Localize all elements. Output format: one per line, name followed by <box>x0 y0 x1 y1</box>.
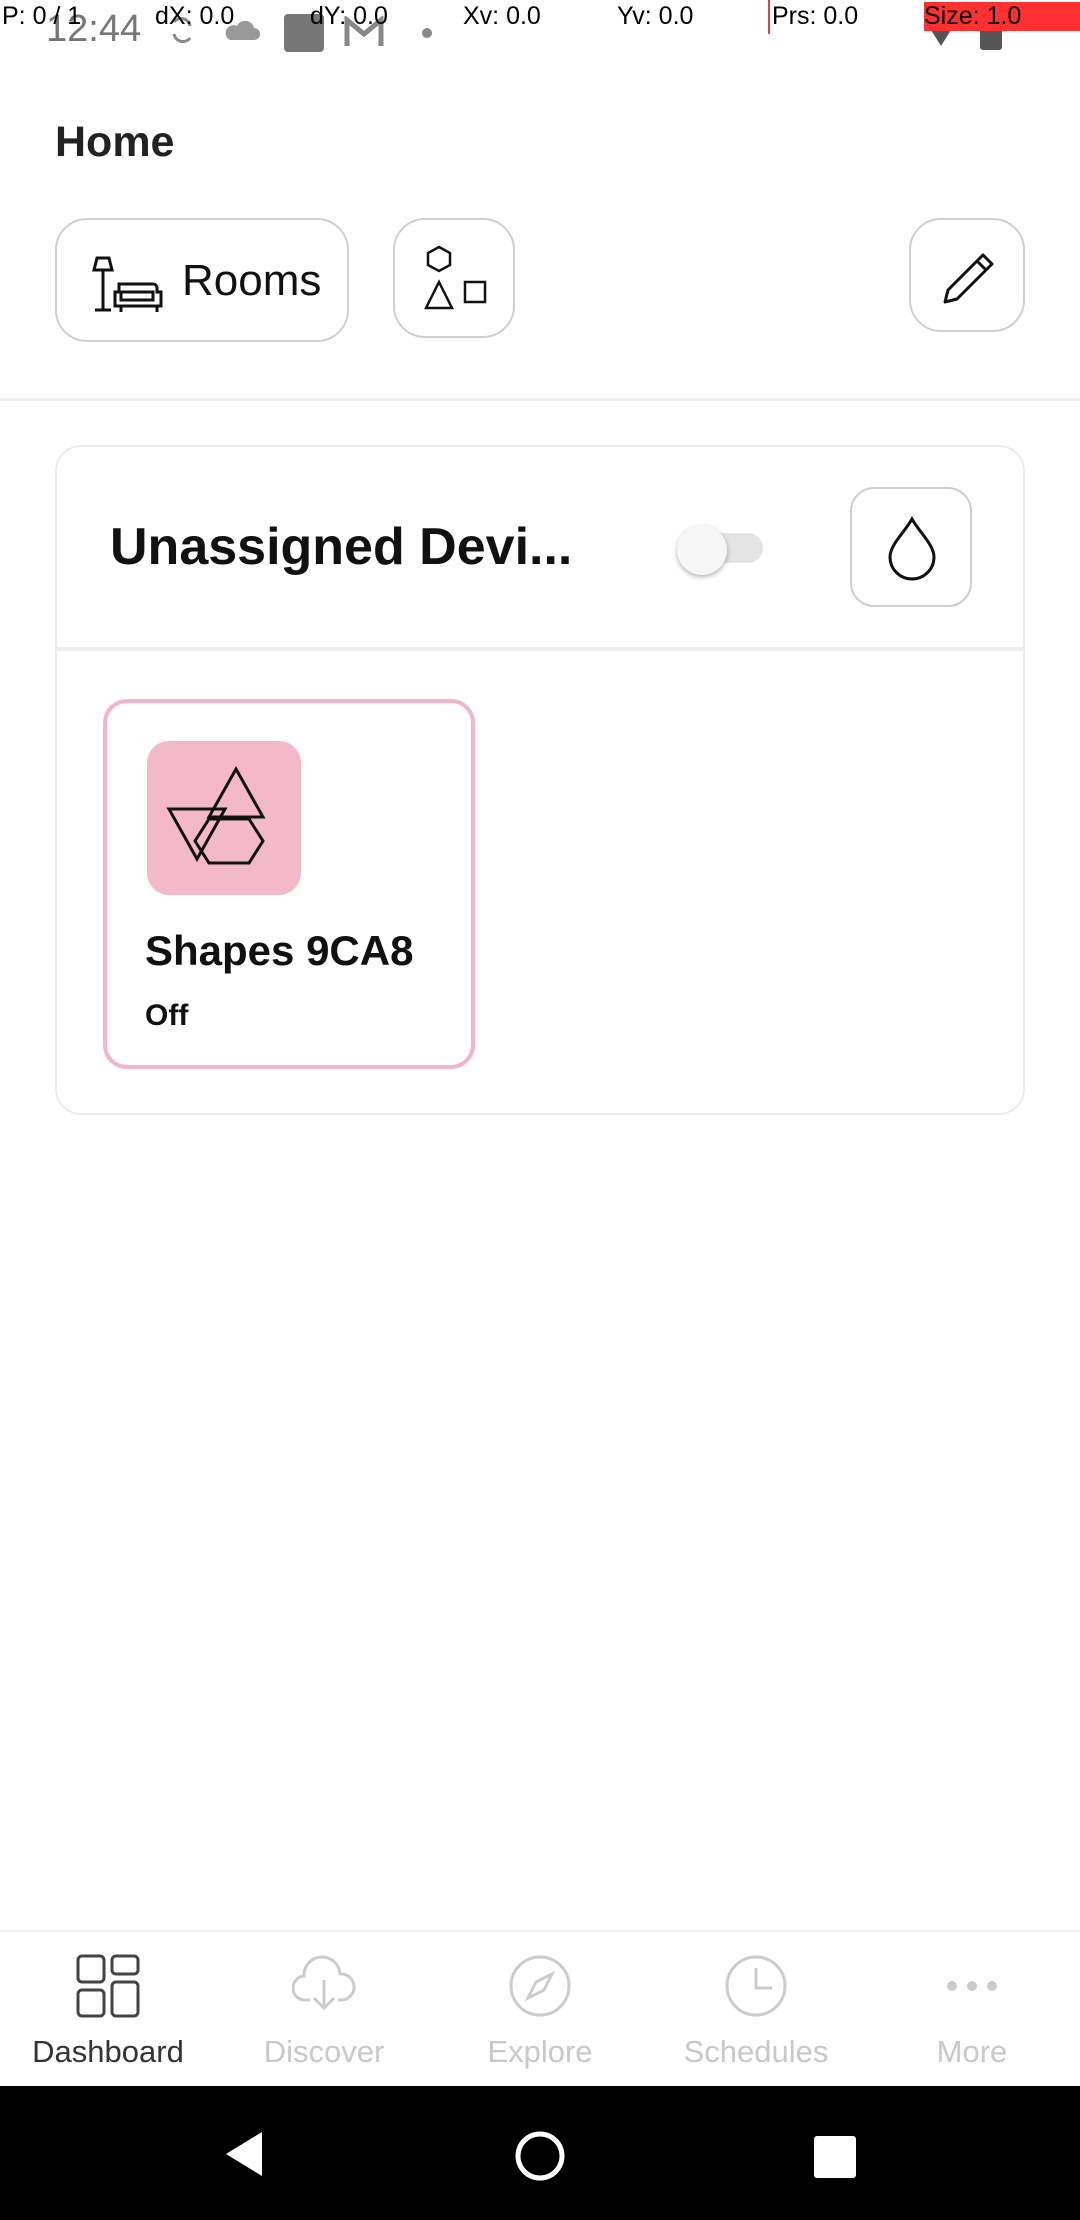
overlay-p: P: 0 / 1 <box>2 2 82 30</box>
overlay-size: Size: 1.0 <box>924 2 1080 31</box>
drop-icon <box>888 515 936 581</box>
nav-label: Schedules <box>683 2034 829 2069</box>
system-nav-bar <box>0 2086 1080 2220</box>
toggle-knob <box>677 525 727 575</box>
page-title: Home <box>55 118 175 166</box>
lamp-sofa-icon <box>92 256 163 312</box>
nav-schedules[interactable]: Schedules <box>648 1932 864 2088</box>
dashboard-icon <box>76 1954 140 2018</box>
shapes-device-icon <box>166 765 266 865</box>
nav-label: Discover <box>263 2034 385 2069</box>
overlay-xv: Xv: 0.0 <box>463 2 541 30</box>
shapes-button[interactable] <box>393 218 515 338</box>
device-name: Shapes 9CA8 <box>145 927 414 974</box>
nav-discover[interactable]: Discover <box>216 1932 432 2088</box>
nav-label: More <box>936 2034 1008 2069</box>
nav-more[interactable]: More <box>864 1932 1080 2088</box>
pencil-icon <box>943 253 994 304</box>
section-toggle[interactable] <box>677 525 763 575</box>
clock-icon <box>725 1955 787 2017</box>
home-circle-icon[interactable] <box>514 2130 566 2182</box>
rooms-button[interactable]: Rooms <box>55 218 349 342</box>
header-divider <box>0 398 1080 401</box>
unassigned-devices-card: Unassigned Devi... Shapes 9CA8 Off <box>55 445 1025 1115</box>
device-state: Off <box>145 999 189 1032</box>
nav-explore[interactable]: Explore <box>432 1932 648 2088</box>
back-icon[interactable] <box>222 2130 266 2178</box>
shapes-icon <box>423 245 487 310</box>
overlay-divider <box>768 0 770 34</box>
edit-button[interactable] <box>909 218 1025 332</box>
rooms-label: Rooms <box>182 256 322 305</box>
section-title: Unassigned Devi... <box>110 518 573 576</box>
debug-overlay: P: 0 / 1 dX: 0.0 dY: 0.0 Xv: 0.0 Yv: 0.0… <box>0 0 1080 34</box>
overlay-dy: dY: 0.0 <box>310 2 388 30</box>
nav-dashboard[interactable]: Dashboard <box>0 1932 216 2088</box>
more-icon <box>947 1981 997 1991</box>
overlay-dx: dX: 0.0 <box>155 2 235 30</box>
brightness-button[interactable] <box>850 487 972 607</box>
overlay-yv: Yv: 0.0 <box>617 2 694 30</box>
nav-label: Dashboard <box>32 2034 184 2069</box>
download-icon <box>292 1955 356 2011</box>
device-tile <box>147 741 301 895</box>
compass-icon <box>509 1955 571 2017</box>
device-card[interactable]: Shapes 9CA8 Off <box>103 699 475 1069</box>
card-divider <box>57 647 1023 651</box>
bottom-nav: Dashboard Discover Explore Schedules Mor… <box>0 1930 1080 2086</box>
recents-icon[interactable] <box>814 2136 856 2178</box>
overlay-prs: Prs: 0.0 <box>772 2 859 30</box>
nav-label: Explore <box>487 2034 593 2069</box>
